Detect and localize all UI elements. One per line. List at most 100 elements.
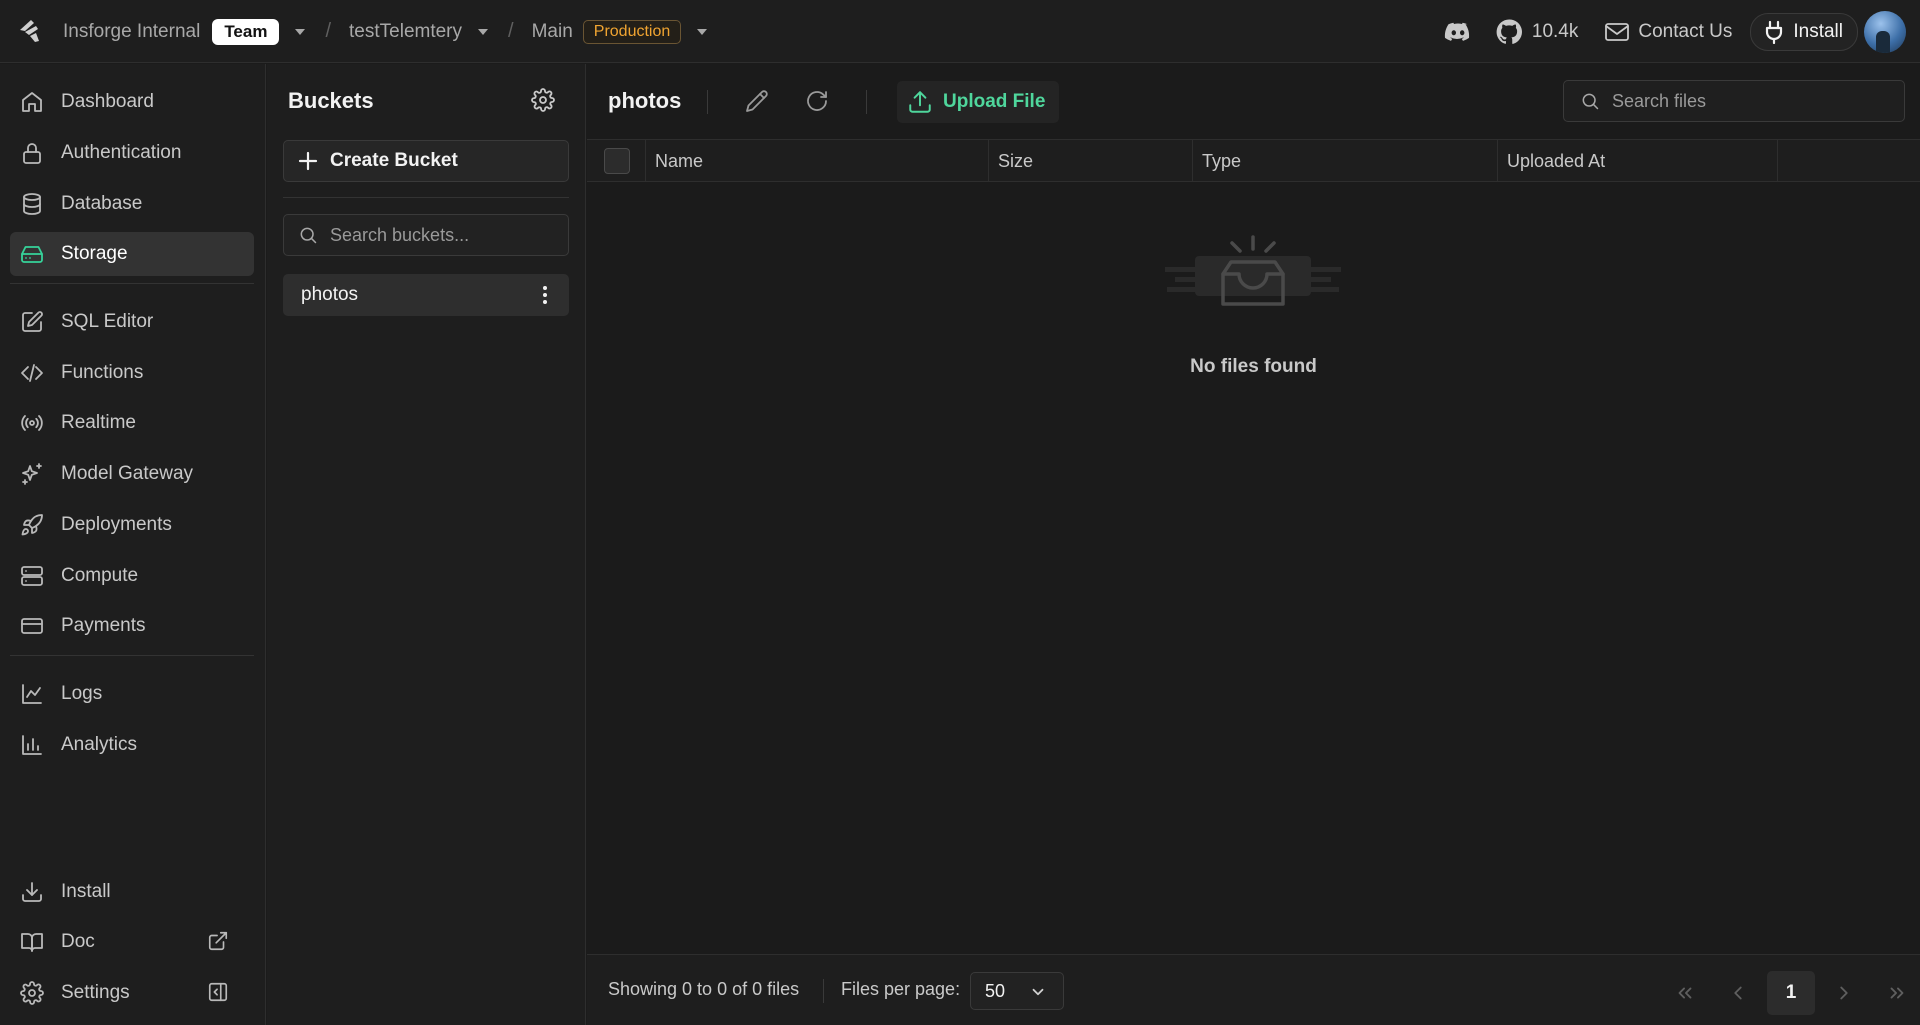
branch-name[interactable]: Main	[532, 21, 573, 43]
search-files-field[interactable]	[1563, 80, 1905, 122]
search-buckets-input[interactable]	[330, 224, 550, 246]
files-main: photos Upload File Name Size Type Upload…	[587, 64, 1920, 1025]
refresh-icon[interactable]	[805, 89, 829, 113]
server-icon	[20, 564, 44, 588]
database-icon	[20, 192, 44, 216]
sidebar-item-label: Realtime	[61, 412, 136, 433]
sidebar-item-model-gateway[interactable]: Model Gateway	[10, 452, 254, 496]
sidebar-item-authentication[interactable]: Authentication	[10, 131, 254, 175]
org-dropdown-caret-icon[interactable]	[295, 28, 306, 35]
org-name[interactable]: Insforge Internal	[63, 21, 200, 43]
collapse-sidebar-icon[interactable]	[207, 981, 231, 1005]
env-badge: Production	[582, 19, 682, 44]
sidebar: Dashboard Authentication Database Storag…	[0, 64, 266, 1025]
upload-file-label: Upload File	[943, 91, 1046, 112]
previous-page-button[interactable]	[1714, 971, 1762, 1015]
sparkles-icon	[20, 462, 44, 486]
top-right-actions: 10.4k Contact Us Install	[1444, 0, 1906, 63]
column-header-size[interactable]: Size	[989, 140, 1193, 182]
gear-icon[interactable]	[531, 88, 555, 112]
search-files-input[interactable]	[1612, 90, 1832, 112]
contact-us-label: Contact Us	[1638, 20, 1733, 42]
team-badge: Team	[212, 18, 280, 45]
more-vertical-icon[interactable]	[535, 284, 555, 306]
breadcrumb: Insforge Internal Team / testTelemtery /…	[63, 0, 708, 63]
first-page-button[interactable]	[1661, 971, 1709, 1015]
sidebar-item-install[interactable]: Install	[10, 870, 254, 914]
edit-square-icon	[20, 310, 44, 334]
per-page-select[interactable]: 50	[970, 972, 1064, 1010]
sidebar-item-label: Dashboard	[61, 91, 154, 112]
avatar[interactable]	[1864, 10, 1906, 53]
contact-us-link[interactable]: Contact Us	[1604, 21, 1732, 43]
sidebar-item-analytics[interactable]: Analytics	[10, 723, 254, 767]
sidebar-item-label: Model Gateway	[61, 463, 194, 484]
bucket-title: photos	[608, 88, 682, 113]
branch-dropdown-caret-icon[interactable]	[697, 28, 708, 35]
book-icon	[20, 930, 44, 954]
sidebar-item-functions[interactable]: Functions	[10, 351, 254, 395]
sidebar-item-dashboard[interactable]: Dashboard	[10, 80, 254, 124]
search-icon	[298, 225, 318, 245]
sidebar-item-compute[interactable]: Compute	[10, 554, 254, 598]
buckets-divider	[283, 197, 569, 198]
footer-divider	[823, 979, 824, 1003]
project-name[interactable]: testTelemtery	[349, 21, 462, 43]
credit-card-icon	[20, 614, 44, 638]
per-page-value: 50	[985, 980, 1006, 1001]
sidebar-item-label: Functions	[61, 362, 144, 383]
column-header-name[interactable]: Name	[646, 140, 989, 182]
sidebar-item-label: Payments	[61, 615, 146, 636]
sidebar-item-label: Logs	[61, 683, 103, 704]
empty-inbox-icon	[1165, 234, 1341, 314]
sidebar-item-logs[interactable]: Logs	[10, 672, 254, 716]
sidebar-item-label: Storage	[61, 243, 128, 264]
plug-icon	[1763, 20, 1785, 44]
empty-state-message: No files found	[1190, 356, 1317, 377]
sidebar-item-label: SQL Editor	[61, 311, 154, 332]
pencil-icon[interactable]	[745, 89, 769, 113]
current-page-button[interactable]: 1	[1767, 971, 1815, 1015]
files-table-header: Name Size Type Uploaded At	[587, 139, 1920, 182]
sidebar-item-storage[interactable]: Storage	[10, 232, 254, 276]
external-link-icon	[207, 930, 231, 954]
rocket-icon	[20, 513, 44, 537]
sidebar-item-doc[interactable]: Doc	[10, 920, 254, 964]
breadcrumb-separator: /	[325, 20, 332, 42]
sidebar-item-deployments[interactable]: Deployments	[10, 503, 254, 547]
showing-count: Showing 0 to 0 of 0 files	[608, 979, 800, 999]
insforge-logo-icon[interactable]	[16, 18, 42, 44]
column-header-type[interactable]: Type	[1193, 140, 1498, 182]
select-all-checkbox[interactable]	[604, 148, 630, 174]
search-buckets-field[interactable]	[283, 214, 569, 256]
install-label: Install	[1793, 20, 1843, 42]
search-icon	[1580, 91, 1600, 111]
toolbar-divider	[866, 90, 867, 114]
sidebar-item-payments[interactable]: Payments	[10, 604, 254, 648]
sidebar-item-label: Compute	[61, 565, 139, 586]
chevron-down-icon	[1029, 983, 1047, 1001]
discord-icon[interactable]	[1444, 21, 1472, 43]
pagination-footer: Showing 0 to 0 of 0 files Files per page…	[587, 954, 1920, 1025]
sidebar-item-label: Database	[61, 193, 143, 214]
column-header-uploaded-at[interactable]: Uploaded At	[1498, 140, 1778, 182]
bar-chart-icon	[20, 733, 44, 757]
create-bucket-button[interactable]: Create Bucket	[283, 140, 569, 182]
sidebar-item-settings[interactable]: Settings	[10, 971, 254, 1015]
install-button[interactable]: Install	[1750, 12, 1858, 51]
last-page-button[interactable]	[1873, 971, 1920, 1015]
project-dropdown-caret-icon[interactable]	[478, 28, 489, 35]
sidebar-divider	[10, 655, 254, 656]
next-page-button[interactable]	[1820, 971, 1868, 1015]
per-page-label: Files per page:	[841, 979, 961, 999]
line-chart-icon	[20, 682, 44, 706]
sidebar-item-database[interactable]: Database	[10, 182, 254, 226]
breadcrumb-separator: /	[508, 20, 514, 42]
sidebar-item-sql-editor[interactable]: SQL Editor	[10, 300, 254, 344]
bucket-item-photos[interactable]: photos	[283, 274, 569, 316]
toolbar-divider	[707, 90, 708, 114]
github-link[interactable]: 10.4k	[1496, 19, 1578, 45]
upload-file-button[interactable]: Upload File	[897, 81, 1060, 123]
sidebar-item-label: Doc	[61, 931, 95, 952]
sidebar-item-realtime[interactable]: Realtime	[10, 401, 254, 445]
